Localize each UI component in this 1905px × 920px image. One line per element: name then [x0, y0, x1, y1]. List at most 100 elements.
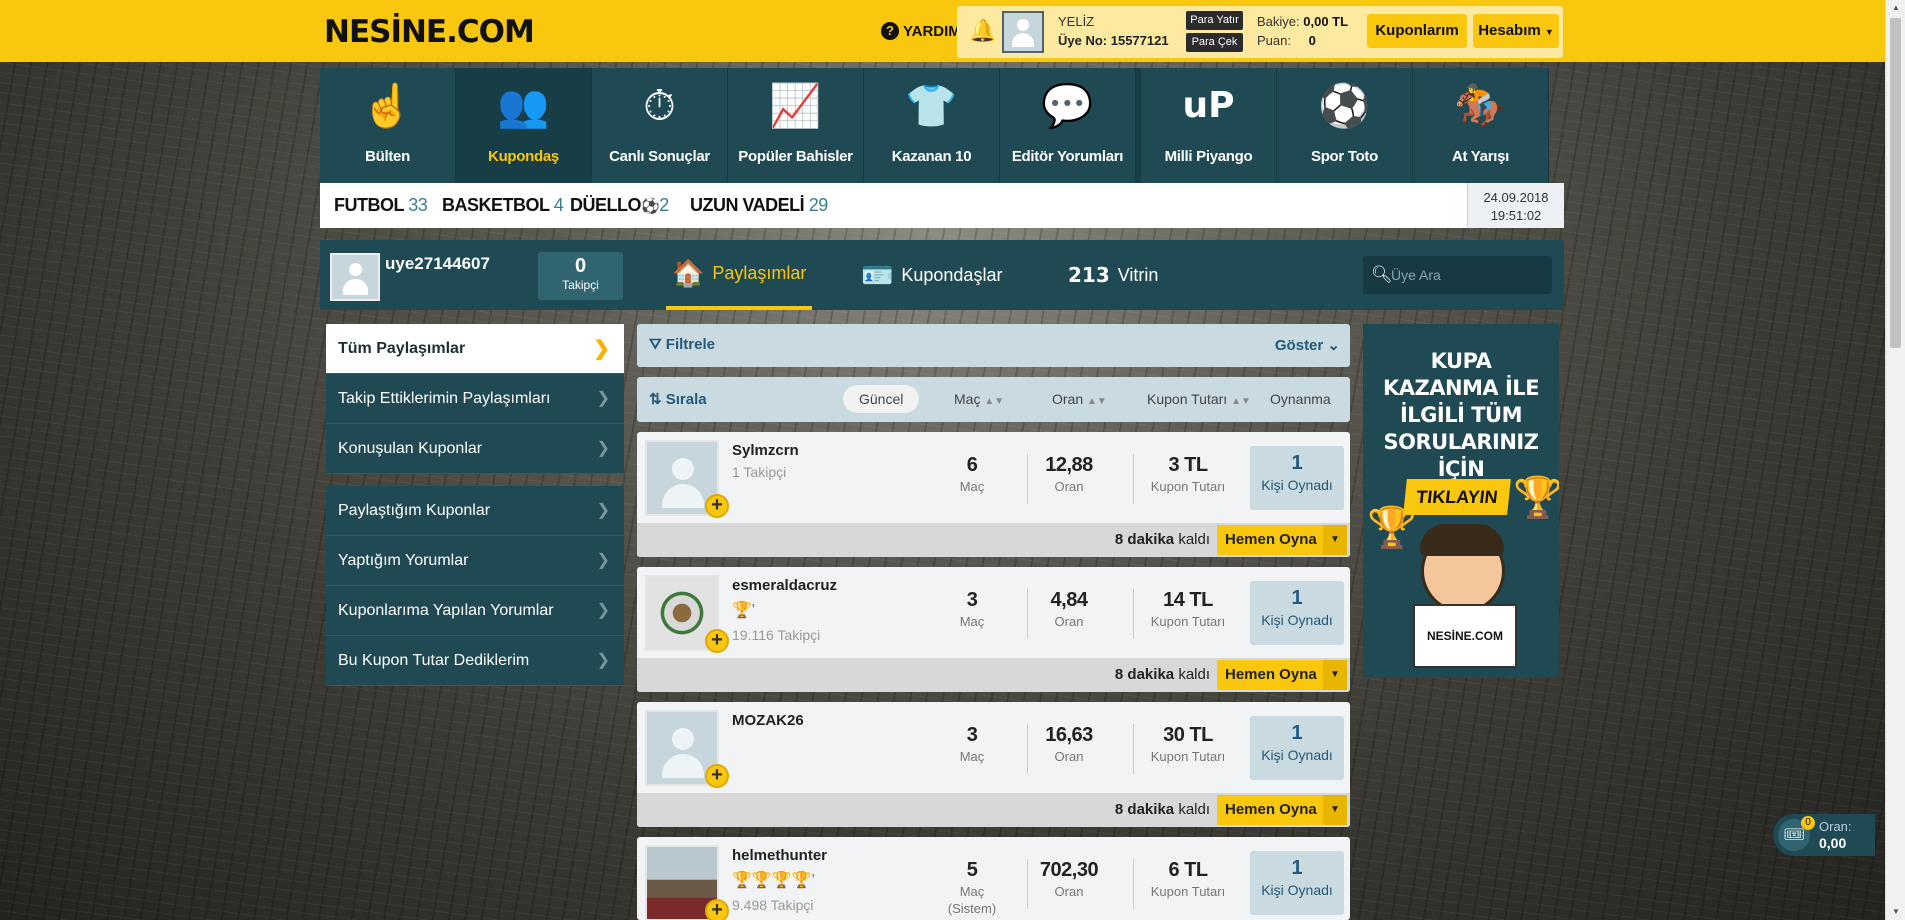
nesine-logo[interactable]: NESİNE.COM [324, 14, 535, 50]
sidebar-item-tum-paylasimlar[interactable]: Tüm Paylaşımlar ❯ [326, 324, 624, 374]
user-avatar[interactable] [1002, 11, 1044, 53]
show-toggle[interactable]: Göster ⌄ [1275, 336, 1340, 354]
nav-milli-piyango[interactable]: uP Milli Piyango [1141, 68, 1277, 183]
podium-icon: 213 [1068, 263, 1110, 287]
nav-populer-bahisler[interactable]: 📈 Popüler Bahisler [728, 68, 864, 183]
sidebar-item-konusulan[interactable]: Konuşulan Kuponlar ❯ [326, 424, 624, 474]
amount-label: Kupon Tutarı [1150, 479, 1226, 494]
nav-at-yarisi[interactable]: 🏇 At Yarışı [1413, 68, 1549, 183]
promo-banner[interactable]: KUPA KAZANMA İLE İLGİLİ TÜM SORULARINIZ … [1363, 324, 1559, 678]
betslip-odds-value: 0,00 [1819, 835, 1847, 851]
sort-kupon-tutari[interactable]: Kupon Tutarı ▲▼ [1147, 391, 1251, 407]
date: 24.09.2018 [1483, 190, 1549, 205]
hand-icon: ☝ [361, 82, 414, 129]
coupon-card[interactable]: + MOZAK26 3 Maç 16,63 Oran 30 TL Kupon Tuta… [637, 702, 1350, 827]
play-now-button[interactable]: Hemen Oyna ▼ [1217, 795, 1347, 825]
scrollbar[interactable]: ▲ ▼ [1885, 0, 1905, 920]
followers-label: Takipçi [562, 278, 599, 292]
sidebar-item-tutar-dediklerim[interactable]: Bu Kupon Tutar Dediklerim ❯ [326, 636, 624, 686]
scroll-down-icon[interactable]: ▼ [1886, 904, 1905, 920]
tab-vitrin[interactable]: 213 Vitrin [1068, 240, 1158, 310]
time-left: 8 dakika kaldı [1114, 801, 1210, 818]
sport-duello[interactable]: DÜELLO⚽2 [570, 195, 669, 216]
user-number: Üye No: 15577121 [1058, 33, 1169, 48]
chevron-right-icon: ❯ [596, 502, 610, 519]
nav-editor-yorumlari[interactable]: 💬 Editör Yorumları [1000, 68, 1136, 183]
chevron-right-icon: ❯ [596, 440, 610, 457]
my-coupons-button[interactable]: Kuponlarım [1367, 14, 1467, 48]
nav-kupondas[interactable]: 👥 Kupondaş [456, 68, 592, 183]
odds-label: Oran [1054, 749, 1084, 764]
promo-cta-button[interactable]: TIKLAYIN [1403, 479, 1511, 515]
profile-avatar[interactable] [330, 253, 380, 301]
profile-username[interactable]: uye27144607 [385, 254, 490, 274]
sort-oynanma[interactable]: Oynanma [1270, 391, 1331, 407]
coupon-card[interactable]: + helmethunter 🏆🏆🏆🏆' 9.498 Takipçi 5 Maç (… [637, 837, 1350, 920]
follow-plus-icon[interactable]: + [705, 494, 729, 518]
nav-bulten[interactable]: ☝ Bülten [320, 68, 456, 183]
coupon-card[interactable]: + esmeraldacruz 🏆' 19.116 Takipçi 3 Maç 4… [637, 567, 1350, 692]
chevron-right-icon: ❯ [596, 602, 610, 619]
users-icon: 👥 [497, 82, 550, 129]
sidebar-item-kuponlarima-yorumlar[interactable]: Kuponlarıma Yapılan Yorumlar ❯ [326, 586, 624, 636]
scrollbar-thumb[interactable] [1890, 18, 1901, 348]
sort-label: ⇅ Sırala [649, 391, 707, 408]
follow-plus-icon[interactable]: + [705, 629, 729, 653]
follow-plus-icon[interactable]: + [705, 764, 729, 788]
time-left: 8 dakika kaldı [1114, 666, 1210, 683]
sport-futbol[interactable]: FUTBOL 33 [334, 195, 428, 216]
amount-value: 14 TL [1163, 589, 1213, 611]
betslip-widget[interactable]: 🎟 0 Oran: 0,00 [1773, 814, 1875, 856]
trophy-icon: 🏆 [1513, 476, 1559, 520]
sort-mac[interactable]: Maç ▲▼ [954, 391, 1004, 407]
bar-chart-icon: 📈 [769, 82, 822, 129]
deposit-button[interactable]: Para Yatır [1186, 11, 1243, 30]
nav-spor-toto[interactable]: ⚽ Spor Toto [1277, 68, 1413, 183]
coupon-username[interactable]: MOZAK26 [732, 712, 804, 729]
coupon-username[interactable]: helmethunter [732, 847, 827, 864]
chat-icon: 💬 [1041, 82, 1094, 129]
followers-box[interactable]: 0 Takipçi [538, 252, 623, 300]
odds-label: Oran [1054, 884, 1084, 899]
sport-basketbol[interactable]: BASKETBOL 4 [442, 195, 564, 216]
sort-guncel[interactable]: Güncel [843, 385, 920, 413]
follow-plus-icon[interactable]: + [705, 899, 729, 920]
filter-bar[interactable]: ⛛ Filtrele Göster ⌄ [637, 324, 1350, 367]
sport-uzun-vadeli[interactable]: UZUN VADELİ 29 [690, 195, 828, 216]
nav-canli-sonuclar[interactable]: ⏱ Canlı Sonuçlar [592, 68, 728, 183]
nav-kazanan-10[interactable]: 👕 Kazanan 10 [864, 68, 1000, 183]
caret-down-icon[interactable]: ▼ [1323, 660, 1347, 690]
odds-label: Oran [1054, 479, 1084, 494]
jersey-icon: 👕 [905, 82, 958, 129]
sidebar-item-takip-ettiklerim[interactable]: Takip Ettiklerimin Paylaşımları ❯ [326, 374, 624, 424]
coupon-username[interactable]: Sylmzcrn [732, 442, 799, 459]
coupon-card[interactable]: + Sylmzcrn 1 Takipçi 6 Maç 12,88 Oran 3 TL… [637, 432, 1350, 557]
caret-down-icon: ▼ [1544, 27, 1554, 37]
coupon-username[interactable]: esmeraldacruz [732, 577, 837, 594]
help-link[interactable]: ? YARDIM [881, 22, 961, 40]
stopwatch-icon: ⏱ [643, 82, 676, 129]
play-now-button[interactable]: Hemen Oyna ▼ [1217, 525, 1347, 555]
play-now-button[interactable]: Hemen Oyna ▼ [1217, 660, 1347, 690]
sidebar-item-yorumlar[interactable]: Yaptığım Yorumlar ❯ [326, 536, 624, 586]
tab-kupondaslar[interactable]: 🪪 Kupondaşlar [861, 240, 1002, 310]
matches-label: Maç [959, 614, 985, 629]
scroll-up-icon[interactable]: ▲ [1886, 0, 1905, 16]
member-search: 🔍︎ [1363, 256, 1552, 294]
odds-value: 702,30 [1039, 859, 1099, 881]
caret-down-icon[interactable]: ▼ [1323, 795, 1347, 825]
bell-icon[interactable]: 🔔 [969, 18, 996, 44]
caret-down-icon[interactable]: ▼ [1323, 525, 1347, 555]
sort-oran[interactable]: Oran ▲▼ [1052, 391, 1107, 407]
member-search-input[interactable] [1391, 262, 1546, 288]
coupon-followers: 9.498 Takipçi [732, 897, 814, 913]
tab-paylasimlar[interactable]: 🏠 Paylaşımlar [666, 240, 813, 310]
amount-label: Kupon Tutarı [1150, 749, 1226, 764]
withdraw-button[interactable]: Para Çek [1186, 33, 1243, 52]
account-button[interactable]: Hesabım ▼ [1473, 14, 1559, 48]
coupon-footer: 8 dakika kaldı Hemen Oyna ▼ [637, 658, 1350, 692]
trophy-icon: 🏆🏆🏆🏆' [732, 872, 815, 889]
matches-value: 3 [966, 589, 978, 611]
sidebar-item-paylastigim[interactable]: Paylaştığım Kuponlar ❯ [326, 486, 624, 536]
filter-toggle[interactable]: ⛛ Filtrele [649, 336, 715, 353]
